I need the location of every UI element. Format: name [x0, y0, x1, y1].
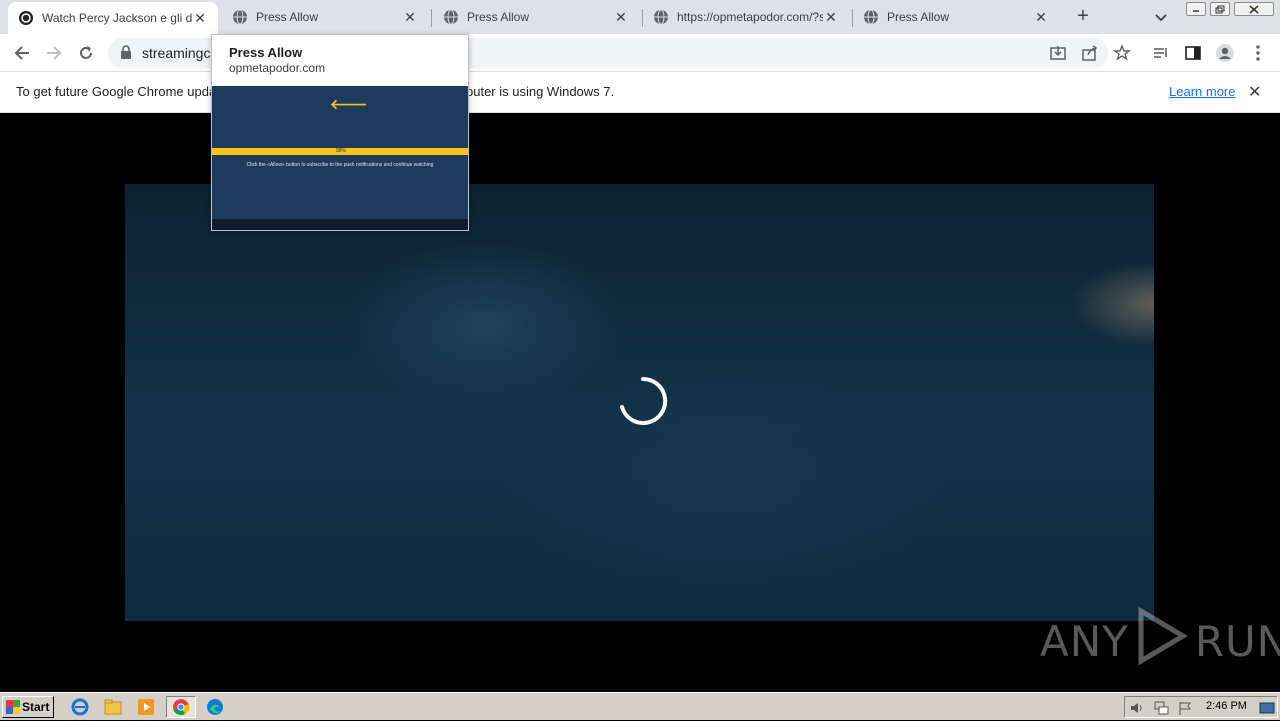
- watermark-right: RUN: [1194, 616, 1280, 666]
- restore-button[interactable]: [1210, 2, 1230, 16]
- tab-close-icon[interactable]: ✕: [402, 9, 418, 26]
- tab-separator: [431, 9, 432, 27]
- infobar-close-icon[interactable]: ✕: [1248, 82, 1261, 102]
- url-text: streamingco: [142, 45, 219, 61]
- tab-active[interactable]: Watch Percy Jackson e gli dei d ✕: [8, 2, 218, 34]
- show-desktop-icon[interactable]: [1259, 700, 1275, 721]
- taskbar-clock[interactable]: 2:46 PM: [1206, 700, 1247, 712]
- update-infobar: To get future Google Chrome updat puter …: [0, 72, 1280, 113]
- tab-separator: [642, 9, 643, 27]
- network-icon[interactable]: [1153, 700, 1169, 721]
- globe-icon: [443, 9, 459, 25]
- side-panel-icon[interactable]: [1182, 42, 1204, 64]
- thumb-message: Click the «Allow» button to subscribe to…: [246, 162, 434, 168]
- browser-toolbar: streamingco: [0, 34, 1280, 72]
- tab-press-allow-2[interactable]: Press Allow ✕: [435, 0, 637, 34]
- forward-button[interactable]: [43, 42, 65, 64]
- infobar-message: To get future Google Chrome updat: [16, 84, 220, 99]
- close-window-button[interactable]: [1234, 2, 1274, 16]
- tab-close-icon[interactable]: ✕: [192, 10, 208, 27]
- thumb-footer: [212, 219, 468, 230]
- globe-icon: [863, 9, 879, 25]
- media-control-icon[interactable]: [1150, 42, 1172, 64]
- download-icon[interactable]: [1047, 42, 1069, 64]
- learn-more-link[interactable]: Learn more: [1169, 84, 1235, 99]
- volume-icon[interactable]: [1129, 700, 1145, 721]
- tab-close-icon[interactable]: ✕: [823, 9, 839, 26]
- system-tray: [1124, 696, 1278, 718]
- tab-title: Press Allow: [256, 10, 319, 24]
- tab-hover-card: Press Allow opmetapodor.com 🡐 98% Click …: [211, 34, 469, 231]
- minimize-button[interactable]: [1186, 2, 1206, 16]
- tab-title: https://opmetapodor.com/?s=: [677, 10, 823, 24]
- watermark-play-icon: [1135, 606, 1189, 675]
- hover-card-thumbnail: 🡐 98% Click the «Allow» button to subscr…: [212, 86, 468, 230]
- share-icon[interactable]: [1079, 42, 1101, 64]
- start-button[interactable]: Start: [2, 696, 54, 718]
- profile-avatar-icon[interactable]: [1214, 42, 1236, 64]
- tab-press-allow-3[interactable]: Press Allow ✕: [855, 0, 1057, 34]
- menu-kebab-icon[interactable]: [1247, 42, 1269, 64]
- tab-title: Watch Percy Jackson e gli dei d: [42, 11, 192, 25]
- tab-close-icon[interactable]: ✕: [1033, 9, 1049, 26]
- thumb-progress-percent: 98%: [336, 148, 347, 154]
- tab-strip: Watch Percy Jackson e gli dei d ✕ Press …: [0, 0, 1280, 34]
- ie-icon[interactable]: [69, 697, 91, 717]
- anyrun-watermark: ANY RUN: [1040, 606, 1280, 670]
- streaming-favicon-icon: [18, 10, 34, 26]
- windows-taskbar: Start 2:46 PM: [0, 692, 1280, 720]
- action-center-flag-icon[interactable]: [1177, 700, 1193, 721]
- edge-icon[interactable]: [204, 697, 226, 717]
- tab-separator: [852, 9, 853, 27]
- globe-icon: [232, 9, 248, 25]
- tab-title: Press Allow: [887, 10, 950, 24]
- loading-spinner-icon: [617, 375, 669, 427]
- tab-search-chevron-icon[interactable]: [1152, 8, 1170, 26]
- new-tab-button[interactable]: +: [1072, 6, 1094, 28]
- hover-card-domain: opmetapodor.com: [229, 61, 326, 75]
- media-player-icon[interactable]: [135, 697, 157, 717]
- tab-opmetapodor[interactable]: https://opmetapodor.com/?s= ✕: [645, 0, 847, 34]
- infobar-message-tail: puter is using Windows 7.: [466, 84, 615, 99]
- hover-card-title: Press Allow: [229, 45, 303, 60]
- start-label: Start: [22, 700, 50, 714]
- chrome-taskbar-button[interactable]: [166, 696, 196, 718]
- reload-button[interactable]: [75, 42, 97, 64]
- lock-icon[interactable]: [120, 45, 132, 65]
- file-explorer-icon[interactable]: [102, 697, 124, 717]
- tab-close-icon[interactable]: ✕: [613, 9, 629, 26]
- watermark-left: ANY: [1040, 616, 1129, 666]
- windows-logo-icon: [6, 700, 20, 714]
- tab-title: Press Allow: [467, 10, 530, 24]
- back-button[interactable]: [11, 42, 33, 64]
- bookmark-star-icon[interactable]: [1111, 42, 1133, 64]
- globe-icon: [653, 9, 669, 25]
- tab-press-allow-1[interactable]: Press Allow ✕: [224, 0, 426, 34]
- left-arrow-icon: 🡐: [330, 96, 368, 112]
